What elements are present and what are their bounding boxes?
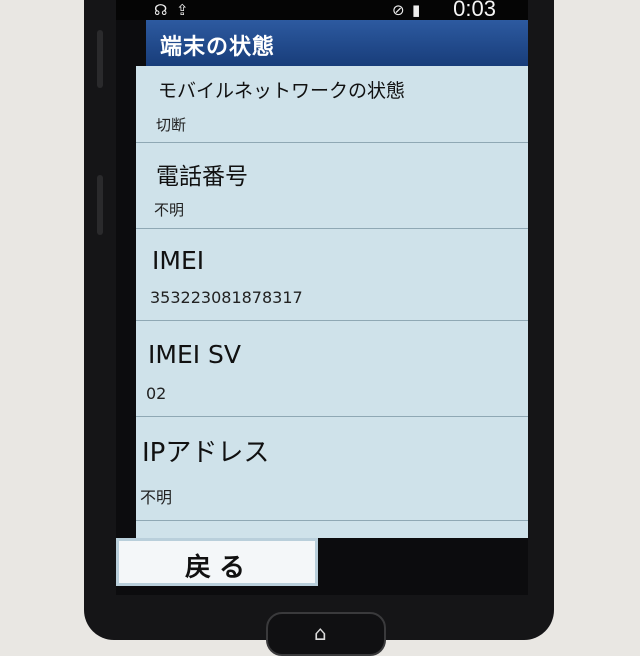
- no-sim-icon: ⊘: [392, 1, 405, 19]
- row-title: モバイルネットワークの状態: [158, 80, 406, 102]
- row-title: 電話番号: [156, 164, 248, 190]
- row-title: IMEI: [152, 246, 205, 275]
- row-value: 353223081878317: [150, 288, 303, 307]
- home-key[interactable]: ⌂: [266, 612, 386, 656]
- side-key: [97, 175, 103, 235]
- list-item-mobile-network[interactable]: モバイルネットワークの状態 切断: [136, 66, 528, 143]
- status-bar: ☊ ⇪ ⊘ ▮ 0:03: [116, 0, 528, 21]
- row-value: 不明: [140, 488, 173, 507]
- screen: ☊ ⇪ ⊘ ▮ 0:03 端末の状態 モバイルネットワークの状態 切断 電話番号…: [116, 0, 528, 595]
- upload-icon: ⇪: [176, 1, 189, 19]
- page-title: 端末の状態: [160, 35, 276, 60]
- list-item-imei[interactable]: IMEI 353223081878317: [136, 228, 528, 321]
- home-icon: ⌂: [314, 621, 327, 645]
- back-button-label: 戻る: [185, 553, 254, 583]
- row-value: 不明: [154, 201, 185, 219]
- status-time: 0:03: [453, 0, 496, 21]
- row-title: IMEI SV: [148, 340, 242, 369]
- battery-icon: ▮: [412, 1, 421, 19]
- back-button[interactable]: 戻る: [116, 538, 318, 586]
- list-item-phone-number[interactable]: 電話番号 不明: [136, 142, 528, 229]
- row-title: IPアドレス: [142, 438, 270, 468]
- volume-button: [97, 30, 103, 88]
- list-item-ip-address[interactable]: IPアドレス 不明: [136, 416, 528, 521]
- status-list: モバイルネットワークの状態 切断 電話番号 不明 IMEI 3532230818…: [136, 66, 528, 538]
- list-item-imei-sv[interactable]: IMEI SV 02: [136, 320, 528, 417]
- row-value: 切断: [156, 116, 187, 134]
- headset-icon: ☊: [154, 1, 168, 19]
- title-bar: 端末の状態: [146, 20, 528, 66]
- row-value: 02: [146, 384, 167, 403]
